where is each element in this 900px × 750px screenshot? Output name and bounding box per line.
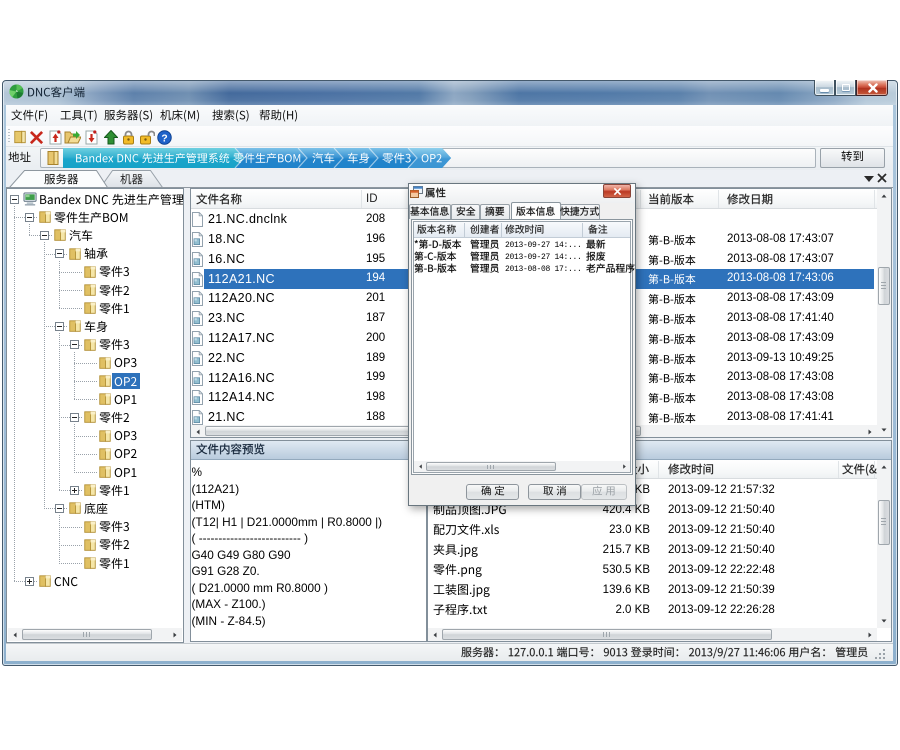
svg-text:?: ? [161,133,167,144]
